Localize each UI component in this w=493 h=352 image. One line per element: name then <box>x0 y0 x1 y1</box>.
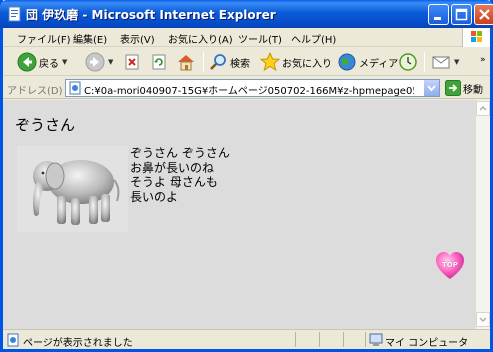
browser-window: 団 伊玖磨 - Microsoft Internet Explorer ファイル… <box>0 0 493 352</box>
my-computer-icon <box>369 333 383 346</box>
star-icon <box>260 52 280 72</box>
minimize-button[interactable] <box>428 4 449 25</box>
page-icon <box>69 81 81 95</box>
window-title: 団 伊玖磨 - Microsoft Internet Explorer <box>26 8 276 22</box>
home-button[interactable] <box>176 51 196 73</box>
poem-line: そうよ 母さんも <box>130 175 218 189</box>
favorites-label: お気に入り <box>282 58 332 70</box>
home-icon <box>178 55 194 71</box>
menu-edit[interactable]: 編集(E) <box>73 31 107 46</box>
title-bar[interactable]: 団 伊玖磨 - Microsoft Internet Explorer <box>0 0 493 28</box>
search-button[interactable]: 検索 <box>208 51 250 73</box>
address-label: アドレス(D) <box>7 86 63 97</box>
scroll-up-button[interactable] <box>476 101 490 116</box>
history-button[interactable] <box>398 51 418 73</box>
status-divider <box>365 332 366 347</box>
media-globe-icon <box>338 53 356 71</box>
status-divider <box>295 332 296 347</box>
menu-tools[interactable]: ツール(T) <box>238 31 282 46</box>
go-label: 移動 <box>463 84 483 96</box>
toolbar-separator <box>203 52 204 72</box>
go-arrow-icon <box>445 80 461 96</box>
page-done-icon <box>7 333 19 347</box>
maximize-icon <box>455 8 468 21</box>
back-button[interactable]: 戻る ▼ <box>17 51 67 73</box>
address-dropdown-button[interactable] <box>424 80 439 96</box>
poem-line: ぞうさん ぞうさん <box>130 146 230 160</box>
stop-button[interactable] <box>123 51 141 73</box>
minimize-icon <box>434 17 441 20</box>
vertical-scrollbar[interactable] <box>475 100 490 329</box>
status-divider <box>319 332 320 347</box>
top-label: TOP <box>442 261 458 269</box>
toolbar-separator <box>424 52 425 72</box>
go-button[interactable]: 移動 <box>445 80 483 96</box>
back-arrow-icon <box>17 52 37 72</box>
refresh-icon <box>152 54 166 70</box>
top-heart-button[interactable]: TOP <box>435 250 465 282</box>
status-text: ページが表示されました <box>23 338 133 349</box>
poem-text: ぞうさん ぞうさん お鼻が長いのね そうよ 母さんも 長いのよ <box>130 146 230 204</box>
close-icon <box>479 9 490 20</box>
close-button[interactable] <box>474 4 493 25</box>
history-icon <box>399 53 417 71</box>
search-icon <box>210 54 226 70</box>
address-input[interactable]: C:¥0a-mori040907-15G¥ホームページ050702-166M¥z… <box>65 79 440 97</box>
chevron-down-icon[interactable]: ▼ <box>62 58 67 66</box>
mail-icon <box>432 56 450 69</box>
stop-icon <box>125 54 139 70</box>
chevron-down-icon <box>479 317 487 323</box>
chevron-up-icon <box>479 105 487 111</box>
menu-file[interactable]: ファイル(F) <box>17 31 71 46</box>
address-bar: アドレス(D) C:¥0a-mori040907-15G¥ホームページ05070… <box>3 77 490 99</box>
menu-bar: ファイル(F) 編集(E) 表示(V) お気に入り(A) ツール(T) ヘルプ(… <box>3 28 490 47</box>
favorites-button[interactable]: お気に入り <box>260 51 332 73</box>
menu-help[interactable]: ヘルプ(H) <box>291 31 336 46</box>
chevron-down-icon <box>427 85 436 92</box>
elephant-image <box>17 146 128 232</box>
standard-toolbar: 戻る ▼ ▼ 検索 お気に入り メディア ▼ » <box>3 48 490 76</box>
forward-arrow-icon <box>85 52 105 72</box>
menu-view[interactable]: 表示(V) <box>120 31 155 46</box>
address-url: C:¥0a-mori040907-15G¥ホームページ050702-166M¥z… <box>84 86 414 97</box>
page-title: ぞうさん <box>15 116 76 134</box>
poem-line: 長いのよ <box>130 189 179 204</box>
security-zone: マイ コンピュータ <box>385 338 469 349</box>
poem-line: お鼻が長いのね <box>130 160 215 175</box>
forward-button[interactable]: ▼ <box>85 51 113 73</box>
status-bar: ページが表示されました マイ コンピュータ <box>3 329 490 349</box>
refresh-button[interactable] <box>150 51 168 73</box>
chevron-down-icon[interactable]: ▼ <box>108 58 113 66</box>
scroll-down-button[interactable] <box>476 312 490 327</box>
chevron-down-icon[interactable]: ▼ <box>454 58 459 66</box>
status-divider <box>343 332 344 347</box>
menu-favorites[interactable]: お気に入り(A) <box>168 31 233 46</box>
page-content: ぞうさん ぞうさん ぞうさん お鼻が長いのね そうよ 母さんも 長いのよ TOP <box>3 100 475 329</box>
toolbar-overflow-icon[interactable]: » <box>480 55 486 65</box>
windows-logo-icon <box>462 28 490 47</box>
maximize-button[interactable] <box>451 4 472 25</box>
ie-page-icon <box>8 6 21 22</box>
media-label: メディア <box>359 58 399 70</box>
back-label: 戻る <box>39 58 59 70</box>
media-button[interactable]: メディア <box>337 51 398 73</box>
mail-button[interactable]: ▼ <box>431 51 459 73</box>
search-label: 検索 <box>230 58 250 70</box>
